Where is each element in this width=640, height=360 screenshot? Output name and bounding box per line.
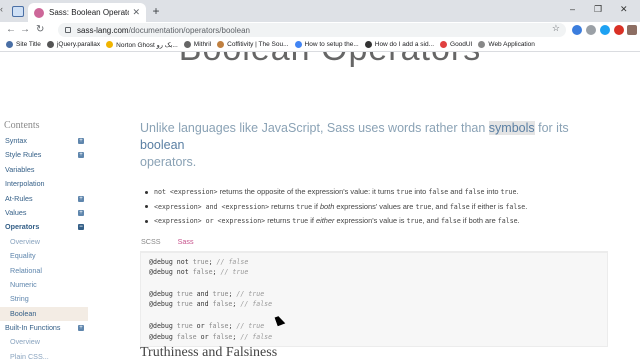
bookmark-item[interactable]: Coffitivity | The Sou... <box>217 41 289 48</box>
page-viewport: Boolean Operators Contents Syntax+ Style… <box>0 52 640 360</box>
collapse-icon[interactable]: − <box>78 224 84 231</box>
code-line: @debug not false; // true <box>149 268 249 277</box>
maximize-icon[interactable]: ❐ <box>594 4 602 15</box>
tab-close-icon[interactable]: ✕ <box>132 7 140 18</box>
bookmark-item[interactable]: Mithril <box>183 41 211 48</box>
code-syntax-tabs: SCSS Sass <box>140 235 610 249</box>
bookmark-item[interactable]: How do I add a sid... <box>364 41 434 48</box>
browser-window: ‹ Sass: Boolean Operators ✕ + – ❐ ✕ ← → … <box>0 0 640 360</box>
bookmark-favicon-icon <box>217 41 225 48</box>
code-line: @debug false or false; // false <box>149 332 273 341</box>
bookmark-star-icon[interactable]: ☆ <box>552 23 560 34</box>
sidebar-nav: Contents Syntax + Style Rules + Variables … <box>0 120 88 360</box>
code-line: @debug true and false; // false <box>149 300 273 309</box>
bookmark-favicon-icon <box>46 41 54 48</box>
bookmarks-bar: Site Title jQuery.parallax Norton Ghost … <box>0 38 640 52</box>
bookmark-item[interactable]: Site Title <box>6 41 41 48</box>
bookmark-favicon-icon <box>440 41 448 48</box>
section-heading: Truthiness and Falsiness <box>140 345 278 360</box>
code-line: @debug true and true; // true <box>149 289 265 298</box>
bookmark-favicon-icon <box>6 41 13 48</box>
main-content: Unlike languages like JavaScript, Sass u… <box>140 120 610 347</box>
code-spacer <box>149 310 599 321</box>
sidebar-item-interpolation[interactable]: Interpolation <box>0 177 88 191</box>
sidebar-item-values[interactable]: Values + <box>0 206 88 220</box>
operator-list: not <expression> returns the opposite of… <box>140 185 610 229</box>
extension-icon[interactable] <box>586 25 596 35</box>
tab-scss[interactable]: SCSS <box>141 235 161 249</box>
list-item: <expression> and <expression> returns tr… <box>140 200 610 215</box>
bookmark-favicon-icon <box>106 41 114 48</box>
forward-icon[interactable]: → <box>20 24 30 36</box>
list-item: <expression> or <expression> returns tru… <box>140 214 610 229</box>
bookmark-item[interactable]: Norton Ghost بک رو... <box>106 41 178 49</box>
toolbar: ← → ↻ sass-lang.com/documentation/operat… <box>0 22 640 38</box>
tab-sass-boolean[interactable]: Sass: Boolean Operators ✕ <box>28 3 146 22</box>
tab-title: Sass: Boolean Operators <box>49 8 130 17</box>
sidebar-item-numeric[interactable]: Numeric <box>0 278 88 292</box>
sidebar-item-at-rules[interactable]: At-Rules + <box>0 192 88 206</box>
intro-paragraph: Unlike languages like JavaScript, Sass u… <box>140 121 569 169</box>
twitter-extension-icon[interactable] <box>600 25 610 35</box>
address-bar[interactable]: sass-lang.com/documentation/operators/bo… <box>58 23 566 37</box>
bookmark-favicon-icon <box>294 41 302 48</box>
code-line: @debug not true; // false <box>149 257 249 266</box>
symbols-link[interactable]: symbols <box>488 121 535 135</box>
url-text[interactable]: sass-lang.com/documentation/operators/bo… <box>77 26 250 35</box>
bookmark-item[interactable]: GoodUI <box>440 41 472 48</box>
boolean-link[interactable]: boolean <box>140 138 185 152</box>
expand-icon[interactable]: + <box>78 209 84 216</box>
sidebar-item-boolean[interactable]: Boolean <box>0 306 88 322</box>
sidebar-item-syntax[interactable]: Syntax + <box>0 134 88 148</box>
sidebar-item-plain-css[interactable]: Plain CSS... <box>0 350 88 360</box>
bookmark-favicon-icon <box>478 41 486 48</box>
bookmark-favicon-icon <box>183 41 191 48</box>
new-tab-button[interactable]: + <box>150 5 162 17</box>
sass-favicon-icon <box>34 7 44 18</box>
minimize-icon[interactable]: – <box>570 4 575 14</box>
list-item: not <expression> returns the opposite of… <box>140 185 610 200</box>
extension-icon[interactable] <box>572 25 582 35</box>
sidebar-item-equality[interactable]: Equality <box>0 249 88 263</box>
tab-grid-icon[interactable] <box>12 6 24 17</box>
extension-icon[interactable] <box>614 25 624 35</box>
tab-scroll-left-icon[interactable]: ‹ <box>0 4 10 22</box>
code-line: @debug true or false; // true <box>149 321 265 330</box>
bookmark-favicon-icon <box>364 41 372 48</box>
page-title: Boolean Operators <box>150 52 510 69</box>
tab-strip: ‹ Sass: Boolean Operators ✕ + – ❐ ✕ <box>0 0 640 22</box>
window-close-icon[interactable]: ✕ <box>620 4 628 15</box>
code-spacer <box>149 278 599 289</box>
expand-icon[interactable]: + <box>78 152 84 159</box>
sidebar-item-functions-overview[interactable]: Overview <box>0 335 88 349</box>
code-example: @debug not true; // false @debug not fal… <box>140 250 608 347</box>
sidebar-item-relational[interactable]: Relational <box>0 264 88 278</box>
expand-icon[interactable]: + <box>78 138 84 144</box>
tab-sass[interactable]: Sass <box>178 235 194 249</box>
expand-icon[interactable]: + <box>78 195 84 202</box>
sidebar-item-variables[interactable]: Variables <box>0 163 88 177</box>
profile-avatar[interactable] <box>627 25 637 35</box>
sidebar-item-overview[interactable]: Overview <box>0 235 88 249</box>
back-icon[interactable]: ← <box>6 24 16 36</box>
sidebar-heading: Contents <box>4 120 40 131</box>
sidebar-item-string[interactable]: String <box>0 292 88 306</box>
expand-icon[interactable]: + <box>78 325 84 332</box>
sidebar-item-built-in-functions[interactable]: Built-In Functions + <box>0 321 88 335</box>
sidebar-item-operators[interactable]: Operators − <box>0 220 88 234</box>
reload-icon[interactable]: ↻ <box>36 24 44 36</box>
bookmark-item[interactable]: How to setup the... <box>294 41 359 48</box>
sidebar-item-style-rules[interactable]: Style Rules + <box>0 148 88 162</box>
lock-icon[interactable] <box>65 27 71 33</box>
bookmark-item[interactable]: jQuery.parallax <box>46 41 100 48</box>
bookmark-item[interactable]: Web Application <box>478 41 535 48</box>
